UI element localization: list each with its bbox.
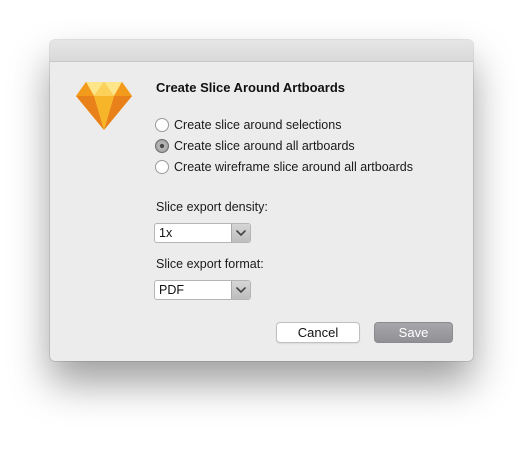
dialog-heading: Create Slice Around Artboards [156, 80, 346, 95]
format-value: PDF [159, 283, 184, 297]
radio-button[interactable] [155, 118, 169, 132]
density-value: 1x [159, 226, 173, 240]
radio-button[interactable] [155, 160, 169, 174]
create-slice-dialog: Create Slice Around Artboards Create sli… [50, 40, 473, 361]
save-button[interactable]: Save [374, 322, 453, 343]
density-label: Slice export density: [156, 200, 268, 214]
format-label: Slice export format: [156, 257, 264, 271]
radio-option-selections[interactable]: Create slice around selections [155, 116, 341, 134]
format-select[interactable]: PDF [154, 280, 251, 300]
radio-label: Create wireframe slice around all artboa… [174, 160, 413, 174]
density-select[interactable]: 1x [154, 223, 251, 243]
radio-option-wireframe[interactable]: Create wireframe slice around all artboa… [155, 158, 413, 176]
radio-button-checked[interactable] [155, 139, 169, 153]
chevron-down-icon [231, 224, 250, 242]
radio-label: Create slice around selections [174, 118, 342, 132]
chevron-down-icon [231, 281, 250, 299]
radio-option-all-artboards[interactable]: Create slice around all artboards [155, 137, 355, 155]
radio-label: Create slice around all artboards [174, 139, 355, 153]
dialog-titlebar[interactable] [50, 40, 473, 62]
sketch-diamond-icon [76, 78, 132, 130]
cancel-button[interactable]: Cancel [276, 322, 360, 343]
